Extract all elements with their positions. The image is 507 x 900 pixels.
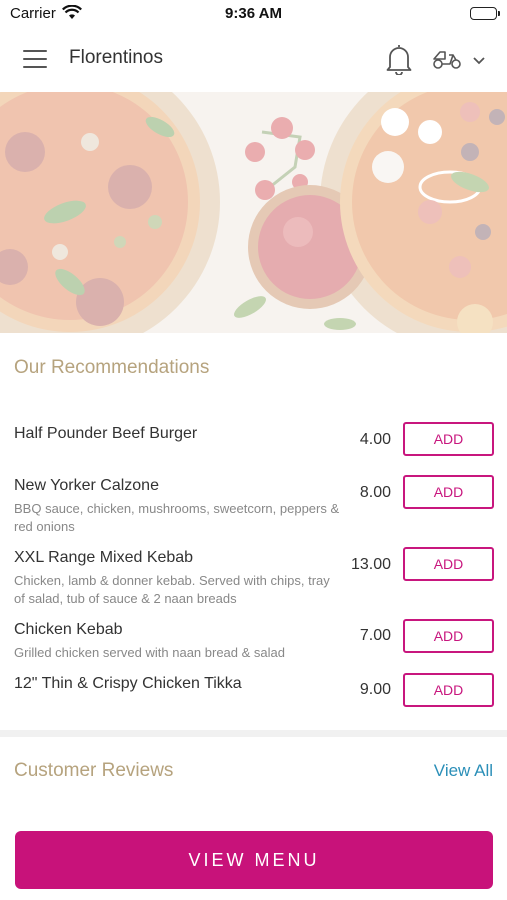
nav-bar: Florentinos bbox=[0, 28, 507, 92]
item-description: Grilled chicken served with naan bread &… bbox=[14, 645, 285, 660]
view-menu-button[interactable]: VIEW MENU bbox=[15, 831, 493, 889]
bell-icon[interactable] bbox=[386, 43, 412, 80]
add-button[interactable]: ADD bbox=[403, 475, 494, 509]
item-price: 7.00 bbox=[359, 627, 391, 644]
item-name: Chicken Kebab bbox=[14, 621, 123, 638]
item-description: BBQ sauce, chicken, mushrooms, sweetcorn… bbox=[14, 501, 340, 534]
item-name: New Yorker Calzone bbox=[14, 477, 159, 494]
add-button[interactable]: ADD bbox=[403, 673, 494, 707]
add-button[interactable]: ADD bbox=[403, 547, 494, 581]
item-price: 9.00 bbox=[359, 681, 391, 698]
status-bar: Carrier 9:36 AM bbox=[0, 0, 507, 28]
menu-icon[interactable] bbox=[23, 50, 47, 68]
scooter-icon[interactable] bbox=[432, 48, 462, 75]
item-name: 12" Thin & Crispy Chicken Tikka bbox=[14, 675, 242, 692]
item-price: 8.00 bbox=[359, 484, 391, 501]
item-price: 4.00 bbox=[359, 431, 391, 448]
item-price: 13.00 bbox=[350, 556, 391, 573]
page-title: Florentinos bbox=[69, 47, 163, 68]
section-divider bbox=[0, 730, 507, 737]
add-button[interactable]: ADD bbox=[403, 619, 494, 653]
item-description: Chicken, lamb & donner kebab. Served wit… bbox=[14, 573, 330, 606]
item-name: XXL Range Mixed Kebab bbox=[14, 549, 194, 566]
view-all-link[interactable]: View All bbox=[434, 761, 493, 781]
reviews-title: Customer Reviews bbox=[14, 760, 174, 781]
add-button[interactable]: ADD bbox=[403, 422, 494, 456]
item-name: Half Pounder Beef Burger bbox=[14, 425, 198, 442]
recommendations-title: Our Recommendations bbox=[14, 357, 210, 378]
chevron-down-icon[interactable] bbox=[472, 53, 486, 71]
status-time: 9:36 AM bbox=[225, 5, 282, 22]
hero-image bbox=[0, 92, 507, 333]
battery-icon bbox=[470, 7, 500, 20]
